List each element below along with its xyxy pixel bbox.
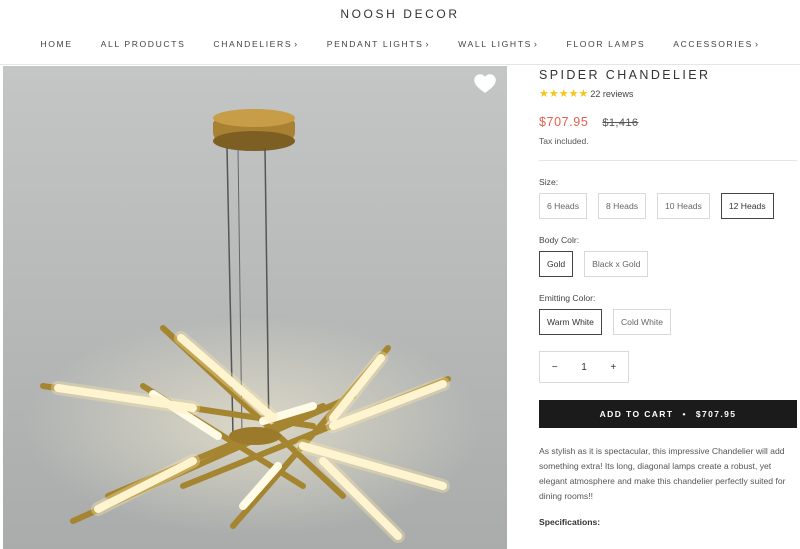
emitting-color-options: Warm White Cold White: [539, 309, 797, 335]
nav-item-label: WALL LIGHTS: [458, 39, 532, 49]
body-color-option[interactable]: Black x Gold: [584, 251, 649, 277]
size-options: 6 Heads 8 Heads 10 Heads 12 Heads: [539, 193, 797, 219]
size-option[interactable]: 6 Heads: [539, 193, 588, 219]
nav-item-label: HOME: [40, 39, 73, 49]
nav-item-label: CHANDELIERS: [213, 39, 293, 49]
quantity-stepper: − 1 +: [539, 351, 629, 383]
chandelier-photo: [3, 66, 507, 549]
chevron-right-icon: ›: [754, 39, 760, 49]
nav-item-label: FLOOR LAMPS: [566, 39, 646, 49]
wishlist-heart-icon[interactable]: [474, 74, 496, 94]
size-option[interactable]: 8 Heads: [598, 193, 647, 219]
add-to-cart-label: ADD TO CART: [599, 409, 674, 419]
decrease-quantity-button[interactable]: −: [552, 362, 558, 373]
emitting-color-option[interactable]: Cold White: [612, 309, 671, 335]
quantity-value[interactable]: 1: [581, 362, 587, 373]
panel-divider: [539, 160, 797, 161]
main-navigation: HOME ALL PRODUCTS CHANDELIERS › PENDANT LIGH…: [0, 39, 800, 49]
product-image[interactable]: [3, 66, 507, 549]
nav-item-home[interactable]: HOME: [40, 39, 72, 49]
product-title: SPIDER CHANDELIER: [539, 68, 711, 82]
increase-quantity-button[interactable]: +: [610, 362, 616, 373]
product-info-panel: SPIDER CHANDELIER ★★★★★ 22 reviews $707.…: [539, 66, 797, 527]
sale-price: $707.95: [539, 115, 589, 129]
body-color-label: Body Colr:: [539, 235, 580, 245]
body-color-options: Gold Black x Gold: [539, 251, 797, 277]
nav-item-floor-lamps[interactable]: FLOOR LAMPS: [567, 39, 646, 49]
nav-item-label: ACCESSORIES: [673, 39, 753, 49]
nav-item-label: ALL PRODUCTS: [100, 39, 186, 49]
add-to-cart-price: $707.95: [695, 409, 737, 419]
emitting-color-option[interactable]: Warm White: [539, 309, 602, 335]
nav-item-all-products[interactable]: ALL PRODUCTS: [101, 39, 186, 49]
cart-separator: •: [682, 409, 687, 419]
compare-at-price: $1,416: [602, 117, 639, 129]
specifications-heading: Specifications:: [539, 517, 601, 527]
add-to-cart-button[interactable]: ADD TO CART • $707.95: [539, 400, 797, 428]
product-description: As stylish as it is spectacular, this im…: [539, 446, 786, 501]
size-label: Size:: [539, 177, 559, 187]
nav-item-pendant-lights[interactable]: PENDANT LIGHTS ›: [327, 39, 430, 49]
chevron-right-icon: ›: [425, 39, 431, 49]
review-count[interactable]: 22 reviews: [590, 89, 633, 99]
size-option[interactable]: 12 Heads: [720, 193, 774, 219]
chevron-right-icon: ›: [294, 39, 299, 49]
price-row: $707.95 $1,416: [539, 115, 797, 129]
star-rating-icon: ★★★★★: [539, 88, 589, 100]
store-logo[interactable]: NOOSH DECOR: [0, 7, 800, 21]
header-divider: [0, 64, 800, 65]
nav-item-accessories[interactable]: ACCESSORIES ›: [673, 39, 759, 49]
nav-item-chandeliers[interactable]: CHANDELIERS ›: [213, 39, 298, 49]
nav-item-wall-lights[interactable]: WALL LIGHTS ›: [458, 39, 538, 49]
body-color-option[interactable]: Gold: [539, 251, 574, 277]
nav-item-label: PENDANT LIGHTS: [326, 39, 424, 49]
chevron-right-icon: ›: [533, 39, 539, 49]
emitting-color-label: Emitting Color:: [539, 293, 596, 303]
tax-note: Tax included.: [539, 136, 589, 146]
rating-row[interactable]: ★★★★★ 22 reviews: [539, 87, 797, 100]
size-option[interactable]: 10 Heads: [657, 193, 710, 219]
